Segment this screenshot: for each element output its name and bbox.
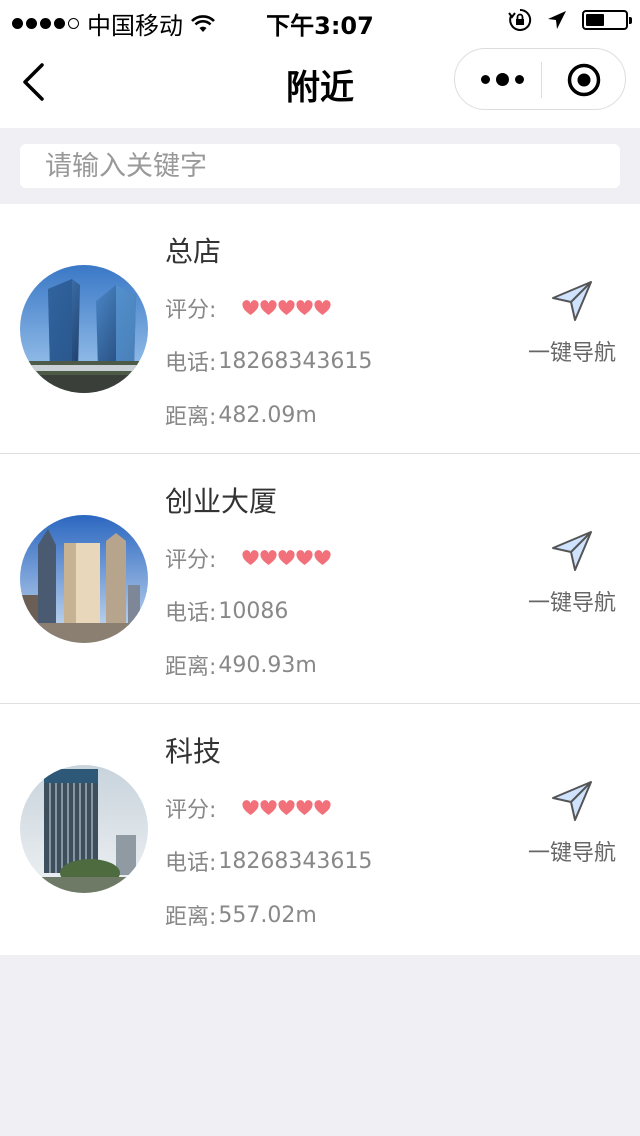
rating-label: 评分: [165, 298, 217, 323]
distance-row: 距离: 557.02m [165, 899, 317, 931]
capsule-menu [454, 48, 626, 110]
phone-value[interactable]: 10086 [218, 599, 288, 624]
heart-icon [314, 800, 331, 815]
more-button[interactable] [481, 73, 524, 86]
navigation-arrow-icon [552, 531, 592, 571]
phone-label: 电话: [165, 851, 217, 876]
status-bar: 中国移动 下午3:07 [0, 0, 640, 40]
phone-row: 电话: 10086 [165, 595, 288, 627]
rating-label: 评分: [165, 548, 217, 573]
list-item[interactable]: 科技 评分: 电话: 18268343615 距离: 557.02m 一键导航 [0, 704, 640, 955]
search-input[interactable] [20, 144, 620, 188]
navigate-button[interactable]: 一键导航 [522, 529, 622, 617]
navigation-arrow-icon [552, 281, 592, 321]
rating-row: 评分: [165, 292, 331, 324]
phone-label: 电话: [165, 351, 217, 376]
distance-label: 距离: [165, 405, 217, 430]
store-image [20, 265, 148, 393]
phone-value[interactable]: 18268343615 [218, 849, 372, 874]
heart-icon [314, 300, 331, 315]
heart-icon [278, 550, 295, 565]
distance-value: 482.09m [218, 402, 317, 428]
rating-hearts [242, 800, 331, 816]
navigate-button[interactable]: 一键导航 [522, 279, 622, 367]
rating-row: 评分: [165, 792, 331, 824]
heart-icon [296, 300, 313, 315]
navigation-arrow-icon [552, 781, 592, 821]
distance-row: 距离: 482.09m [165, 399, 317, 431]
navigate-label: 一键导航 [527, 841, 616, 866]
heart-icon [260, 300, 277, 315]
location-icon [548, 11, 566, 29]
store-image [20, 765, 148, 893]
heart-icon [278, 300, 295, 315]
rating-hearts [242, 300, 331, 316]
store-list: 总店 评分: 电话: 18268343615 距离: 482.09m 一键导航 … [0, 204, 640, 955]
distance-value: 490.93m [218, 652, 317, 678]
heart-icon [242, 550, 259, 565]
rating-hearts [242, 550, 331, 566]
close-target-icon[interactable] [567, 63, 601, 97]
status-icons [508, 8, 632, 32]
distance-label: 距离: [165, 905, 217, 930]
store-name: 科技 [165, 735, 222, 768]
capsule-divider [541, 62, 542, 98]
heart-icon [260, 800, 277, 815]
rating-label: 评分: [165, 798, 217, 823]
heart-icon [296, 550, 313, 565]
phone-value[interactable]: 18268343615 [218, 349, 372, 374]
heart-icon [242, 300, 259, 315]
rating-row: 评分: [165, 542, 331, 574]
list-item[interactable]: 创业大厦 评分: 电话: 10086 距离: 490.93m 一键导航 [0, 454, 640, 704]
distance-row: 距离: 490.93m [165, 649, 317, 681]
search-area [0, 128, 640, 204]
phone-row: 电话: 18268343615 [165, 345, 372, 377]
battery-icon [582, 10, 632, 30]
store-name: 总店 [165, 235, 222, 268]
navigate-label: 一键导航 [527, 341, 616, 366]
heart-icon [260, 550, 277, 565]
navigate-button[interactable]: 一键导航 [522, 779, 622, 867]
distance-label: 距离: [165, 655, 217, 680]
nav-bar: 附近 [0, 40, 640, 128]
store-name: 创业大厦 [165, 485, 278, 518]
heart-icon [314, 550, 331, 565]
heart-icon [242, 800, 259, 815]
distance-value: 557.02m [218, 902, 317, 928]
phone-row: 电话: 18268343615 [165, 845, 372, 877]
navigate-label: 一键导航 [527, 591, 616, 616]
orientation-lock-icon [508, 8, 532, 31]
heart-icon [296, 800, 313, 815]
phone-label: 电话: [165, 601, 217, 626]
heart-icon [278, 800, 295, 815]
list-item[interactable]: 总店 评分: 电话: 18268343615 距离: 482.09m 一键导航 [0, 204, 640, 454]
store-image [20, 515, 148, 643]
